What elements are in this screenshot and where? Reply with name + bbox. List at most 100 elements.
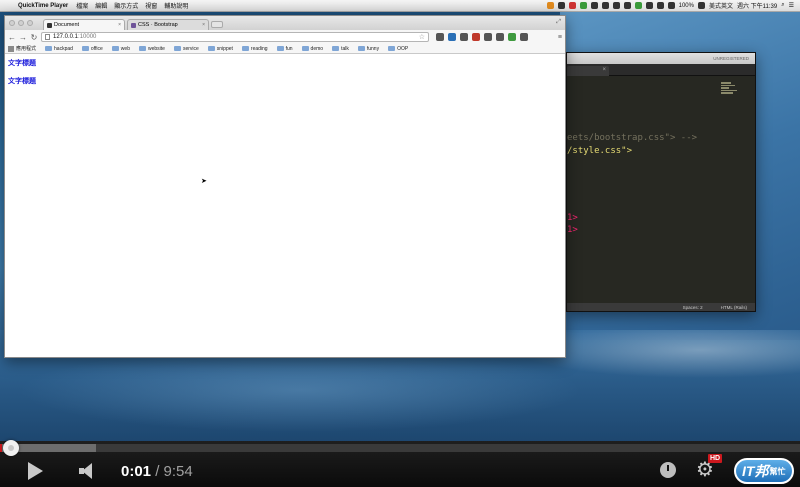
document-favicon-icon: [47, 22, 52, 28]
status-app2-icon[interactable]: [590, 2, 598, 9]
volume-icon[interactable]: [667, 2, 675, 9]
close-tab-icon[interactable]: ×: [202, 22, 205, 28]
status-record-icon[interactable]: [568, 2, 576, 9]
bookmark-folder[interactable]: OOP: [388, 46, 408, 52]
bootstrap-favicon-icon: [131, 22, 136, 28]
chrome-menu-icon[interactable]: ≡: [558, 34, 562, 41]
folder-icon: [207, 46, 215, 51]
app-menu[interactable]: QuickTime Player: [18, 3, 68, 9]
video-player-controls: 0:01 / 9:54 ⚙ HD IT邦 幫忙: [0, 440, 800, 487]
fullscreen-icon[interactable]: ⤢: [556, 19, 561, 26]
editor-minimap[interactable]: [721, 81, 741, 99]
bookmarks-bar: 應用程式 hackpad office web website service …: [5, 44, 565, 54]
close-icon[interactable]: ×: [602, 67, 606, 73]
extension-icon[interactable]: [472, 33, 480, 41]
bookmark-folder[interactable]: reading: [241, 46, 268, 52]
bookmark-folder[interactable]: website: [138, 46, 165, 52]
extension-icon[interactable]: [484, 33, 492, 41]
extension-icon[interactable]: [448, 33, 456, 41]
forward-button[interactable]: →: [19, 33, 27, 42]
notification-center-icon[interactable]: ☰: [789, 2, 794, 9]
status-app4-icon[interactable]: [612, 2, 620, 9]
play-icon[interactable]: [28, 462, 43, 480]
duration: 9:54: [163, 462, 193, 480]
bookmark-apps[interactable]: 應用程式: [8, 45, 36, 52]
status-cloud-icon[interactable]: [557, 2, 565, 9]
spotlight-icon[interactable]: ⌕: [781, 2, 784, 9]
bookmark-folder[interactable]: web: [111, 46, 130, 52]
volume-button[interactable]: [79, 463, 95, 479]
time-display: 0:01 / 9:54: [121, 463, 193, 480]
minimize-window-button[interactable]: [18, 20, 24, 26]
new-tab-button[interactable]: [211, 21, 223, 28]
status-sync-icon[interactable]: [579, 2, 587, 9]
bookmark-star-icon[interactable]: ☆: [419, 33, 425, 41]
tab-bootstrap[interactable]: CSS · Bootstrap ×: [127, 19, 209, 30]
progress-scrubber[interactable]: [3, 440, 19, 456]
extension-icon[interactable]: [436, 33, 444, 41]
menu-bar: QuickTime Player 檔案 編輯 顯示方式 視窗 輔助說明 100%…: [0, 0, 800, 12]
page-content: 文字標題 文字標題: [5, 54, 565, 98]
battery-percent[interactable]: 100%: [679, 3, 694, 9]
bookmark-folder[interactable]: fun: [276, 46, 293, 52]
watch-later-clock-icon[interactable]: [660, 462, 676, 478]
status-menus: 100% 美式英文 週六 下午11:39 ⌕ ☰: [546, 1, 800, 10]
channel-logo[interactable]: IT邦 幫忙: [734, 458, 794, 484]
settings-gear-icon[interactable]: ⚙: [696, 460, 714, 480]
address-bar[interactable]: 127.0.0.1 :10000 ☆: [41, 32, 429, 42]
status-app7-icon[interactable]: [645, 2, 653, 9]
status-app-icon[interactable]: [546, 2, 554, 9]
progress-track[interactable]: [0, 444, 800, 452]
status-spaces[interactable]: Spaces: 2: [683, 305, 703, 310]
page-heading: 文字標題: [8, 78, 36, 85]
menu-item-help[interactable]: 輔助說明: [164, 1, 188, 10]
extension-icon[interactable]: [460, 33, 468, 41]
window-controls: [9, 16, 33, 30]
bookmark-folder[interactable]: talk: [332, 46, 349, 52]
bookmark-folder[interactable]: demo: [301, 46, 323, 52]
browser-toolbar: ← → ↻ 127.0.0.1 :10000 ☆ ≡: [5, 30, 565, 44]
status-app3-icon[interactable]: [601, 2, 609, 9]
page-icon: [45, 34, 50, 40]
menubar-clock[interactable]: 週六 下午11:39: [737, 1, 777, 10]
extension-icon[interactable]: [508, 33, 516, 41]
extension-icons: [436, 33, 528, 41]
bluetooth-icon[interactable]: [656, 2, 664, 9]
input-source[interactable]: 美式英文: [709, 1, 733, 10]
extension-icon[interactable]: [520, 33, 528, 41]
time-separator: /: [155, 462, 160, 480]
folder-icon: [111, 46, 119, 51]
bookmark-folder[interactable]: office: [81, 46, 103, 52]
bookmark-folder[interactable]: service: [173, 46, 199, 52]
page-heading: 文字標題: [8, 60, 36, 67]
editor-title: UNREGISTERED: [567, 53, 755, 64]
status-syntax[interactable]: HTML (Rails): [721, 305, 747, 310]
close-window-button[interactable]: [9, 20, 15, 26]
code-line: 1>: [567, 213, 578, 223]
apps-grid-icon: [8, 45, 14, 52]
status-app5-icon[interactable]: [623, 2, 631, 9]
menu-item-view[interactable]: 顯示方式: [114, 1, 138, 10]
menu-item-file[interactable]: 檔案: [76, 1, 88, 10]
zoom-window-button[interactable]: [27, 20, 33, 26]
bookmark-folder[interactable]: snippet: [207, 46, 233, 52]
bookmark-folder[interactable]: hackpad: [45, 46, 73, 52]
menu-item-edit[interactable]: 編輯: [95, 1, 107, 10]
status-app6-icon[interactable]: [634, 2, 642, 9]
menu-item-window[interactable]: 視窗: [145, 1, 157, 10]
extension-icon[interactable]: [496, 33, 504, 41]
folder-icon: [357, 46, 365, 51]
wifi-icon[interactable]: [697, 2, 705, 9]
bookmark-folder[interactable]: funny: [357, 46, 379, 52]
folder-icon: [276, 46, 284, 51]
tab-label: CSS · Bootstrap: [138, 22, 178, 28]
folder-icon: [173, 46, 181, 51]
url-host: 127.0.0.1: [53, 34, 79, 40]
reload-button[interactable]: ↻: [30, 33, 38, 42]
folder-icon: [81, 46, 89, 51]
current-time: 0:01: [121, 462, 152, 480]
editor-tab[interactable]: ×: [567, 66, 609, 76]
tab-document[interactable]: Document ×: [43, 19, 125, 30]
close-tab-icon[interactable]: ×: [118, 22, 121, 28]
back-button[interactable]: ←: [8, 33, 16, 42]
